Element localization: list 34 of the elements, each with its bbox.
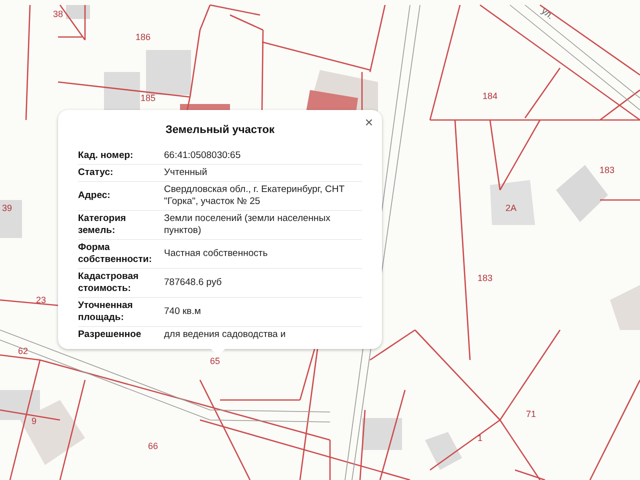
parcel-number: 1 [478,433,482,443]
field-value: Учтенный [164,167,208,179]
parcel-number: 39 [2,203,12,213]
field-label: Кад. номер: [78,150,134,162]
parcel-number: 184 [482,91,498,101]
parcel-number: 185 [140,93,156,103]
field-label: Уточненная площадь: [78,300,134,324]
field-label: Категория земель: [78,213,127,237]
field-label: Адрес: [78,190,112,202]
parcel-number: 66 [148,441,158,451]
parcel-number: 186 [135,32,151,42]
parcel-number: 65 [210,356,220,366]
close-button[interactable]: × [362,114,376,130]
parcel-number: 2А [506,203,516,213]
field-label: Статус: [78,167,114,179]
field-value: 787648.6 руб [164,277,223,289]
street-label: ул. [540,6,556,21]
field-value: 66:41:0508030:65 [164,150,242,162]
popup-title: Земельный участок [164,124,276,136]
parcel-number: 183 [477,273,493,283]
field-value: Частная собственность [164,248,269,260]
field-label: Кадастровая стоимость: [78,271,140,295]
field-value: 740 кв.м [164,306,202,318]
parcel-number: 23 [36,295,46,305]
field-value: для ведения садоводства и [164,329,287,341]
field-value: Земли поселений (земли населенных пунктов) [164,213,332,237]
field-label: Разрешенное [78,329,142,341]
parcel-number: 62 [18,346,28,356]
field-label: Форма собственности: [78,242,153,266]
parcel-number: 183 [599,165,615,175]
field-value: Свердловская обл., г. Екатеринбург, СНТ "Горка", участок № 25 [164,184,346,208]
parcel-number: 38 [53,9,63,19]
parcel-number: 9 [32,416,36,426]
parcel-number: 71 [526,409,536,419]
